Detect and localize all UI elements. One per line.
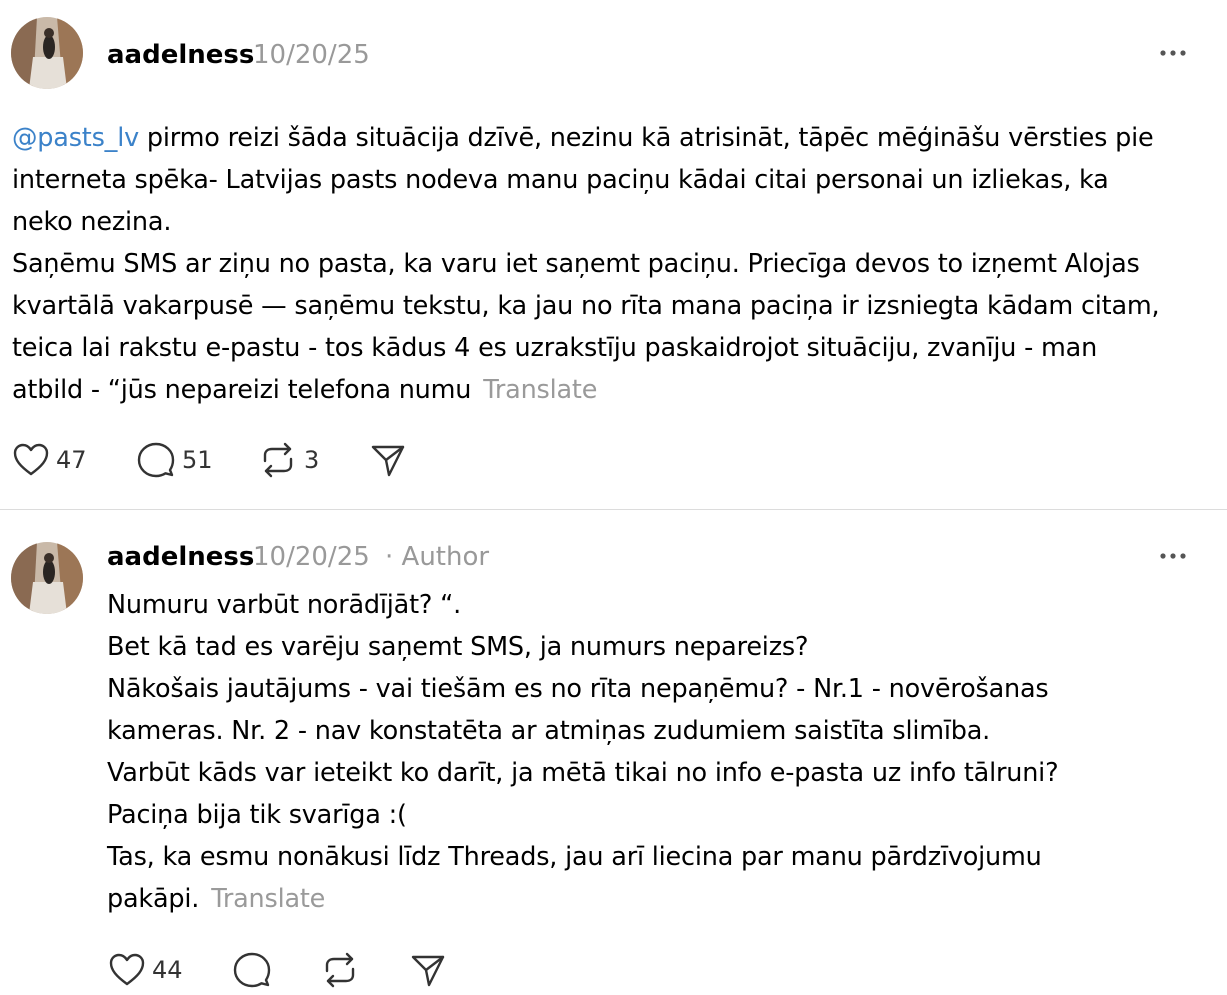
post-body-line: neko nezina. bbox=[12, 207, 172, 237]
repost-count: 3 bbox=[304, 446, 320, 474]
post-body: @pasts_lv pirmo reizi šāda situācija dzī… bbox=[12, 117, 1160, 411]
post-body-line: Tas, ka esmu nonākusi līdz Threads, jau … bbox=[107, 842, 1042, 872]
more-options-button[interactable] bbox=[1156, 43, 1192, 63]
comment-icon bbox=[137, 442, 175, 478]
author-badge: · Author bbox=[385, 542, 490, 572]
more-icon bbox=[1160, 553, 1186, 559]
avatar-photo-icon bbox=[11, 542, 83, 614]
share-button[interactable] bbox=[369, 440, 407, 480]
post-body-line: Numuru varbūt norādījāt? “. bbox=[107, 590, 462, 620]
post-body-line: teica lai rakstu e-pastu - tos kādus 4 e… bbox=[12, 333, 1098, 363]
reply-button[interactable]: 51 bbox=[136, 440, 213, 480]
post-date: 10/20/25 bbox=[253, 40, 370, 70]
line-text: atbild - “jūs nepareizi telefona numu bbox=[12, 375, 472, 405]
post-body-line: interneta spēka- Latvijas pasts nodeva m… bbox=[12, 165, 1109, 195]
username[interactable]: aadelness bbox=[107, 541, 254, 573]
post-body-line: Varbūt kāds var ieteikt ko darīt, ja mēt… bbox=[107, 758, 1059, 788]
translate-link[interactable]: Translate bbox=[483, 375, 597, 405]
share-button[interactable] bbox=[409, 950, 447, 990]
translate-link[interactable]: Translate bbox=[211, 884, 325, 914]
post-body-line: Saņēmu SMS ar ziņu no pasta, ka varu iet… bbox=[12, 249, 1140, 279]
post-body-line: pakāpi. Translate bbox=[107, 878, 1058, 920]
comment-icon bbox=[233, 952, 271, 988]
post-body-line: Bet kā tad es varēju saņemt SMS, ja numu… bbox=[107, 632, 809, 662]
heart-icon bbox=[13, 443, 49, 476]
post-body-line: Paciņa bija tik svarīga :( bbox=[107, 800, 407, 830]
mention-link[interactable]: @pasts_lv bbox=[12, 123, 139, 153]
like-count: 44 bbox=[152, 956, 183, 984]
like-button[interactable]: 44 bbox=[108, 950, 183, 990]
avatar[interactable] bbox=[11, 542, 83, 614]
more-icon bbox=[1160, 50, 1186, 56]
reply-count: 51 bbox=[182, 446, 213, 474]
repost-button[interactable] bbox=[320, 950, 366, 990]
reply-button[interactable] bbox=[232, 950, 278, 990]
post-date: 10/20/25 bbox=[253, 542, 370, 572]
line-text: pakāpi. bbox=[107, 884, 200, 914]
repost-button[interactable]: 3 bbox=[258, 440, 319, 480]
avatar[interactable] bbox=[11, 17, 83, 89]
post-body-line: kvartālā vakarpusē — saņēmu tekstu, ka j… bbox=[12, 291, 1160, 321]
post-divider bbox=[0, 509, 1227, 510]
share-icon bbox=[411, 955, 445, 987]
line-text: pirmo reizi šāda situācija dzīvē, nezinu… bbox=[139, 123, 1154, 153]
post-body-line: atbild - “jūs nepareizi telefona numu Tra… bbox=[12, 369, 1159, 411]
avatar-photo-icon bbox=[11, 17, 83, 89]
more-options-button[interactable] bbox=[1156, 546, 1192, 566]
post-body-line: Nākošais jautājums - vai tiešām es no rī… bbox=[107, 674, 1049, 704]
like-button[interactable]: 47 bbox=[12, 440, 87, 480]
repost-icon bbox=[325, 952, 355, 988]
repost-icon bbox=[263, 442, 293, 478]
heart-icon bbox=[109, 953, 145, 986]
post-body: Numuru varbūt norādījāt? “. Bet kā tad e… bbox=[107, 584, 1059, 920]
username[interactable]: aadelness bbox=[107, 39, 254, 71]
post-body-line: @pasts_lv pirmo reizi šāda situācija dzī… bbox=[12, 117, 1159, 159]
like-count: 47 bbox=[56, 446, 87, 474]
share-icon bbox=[371, 445, 405, 477]
post-body-line: kameras. Nr. 2 - nav konstatēta ar atmiņ… bbox=[107, 716, 991, 746]
